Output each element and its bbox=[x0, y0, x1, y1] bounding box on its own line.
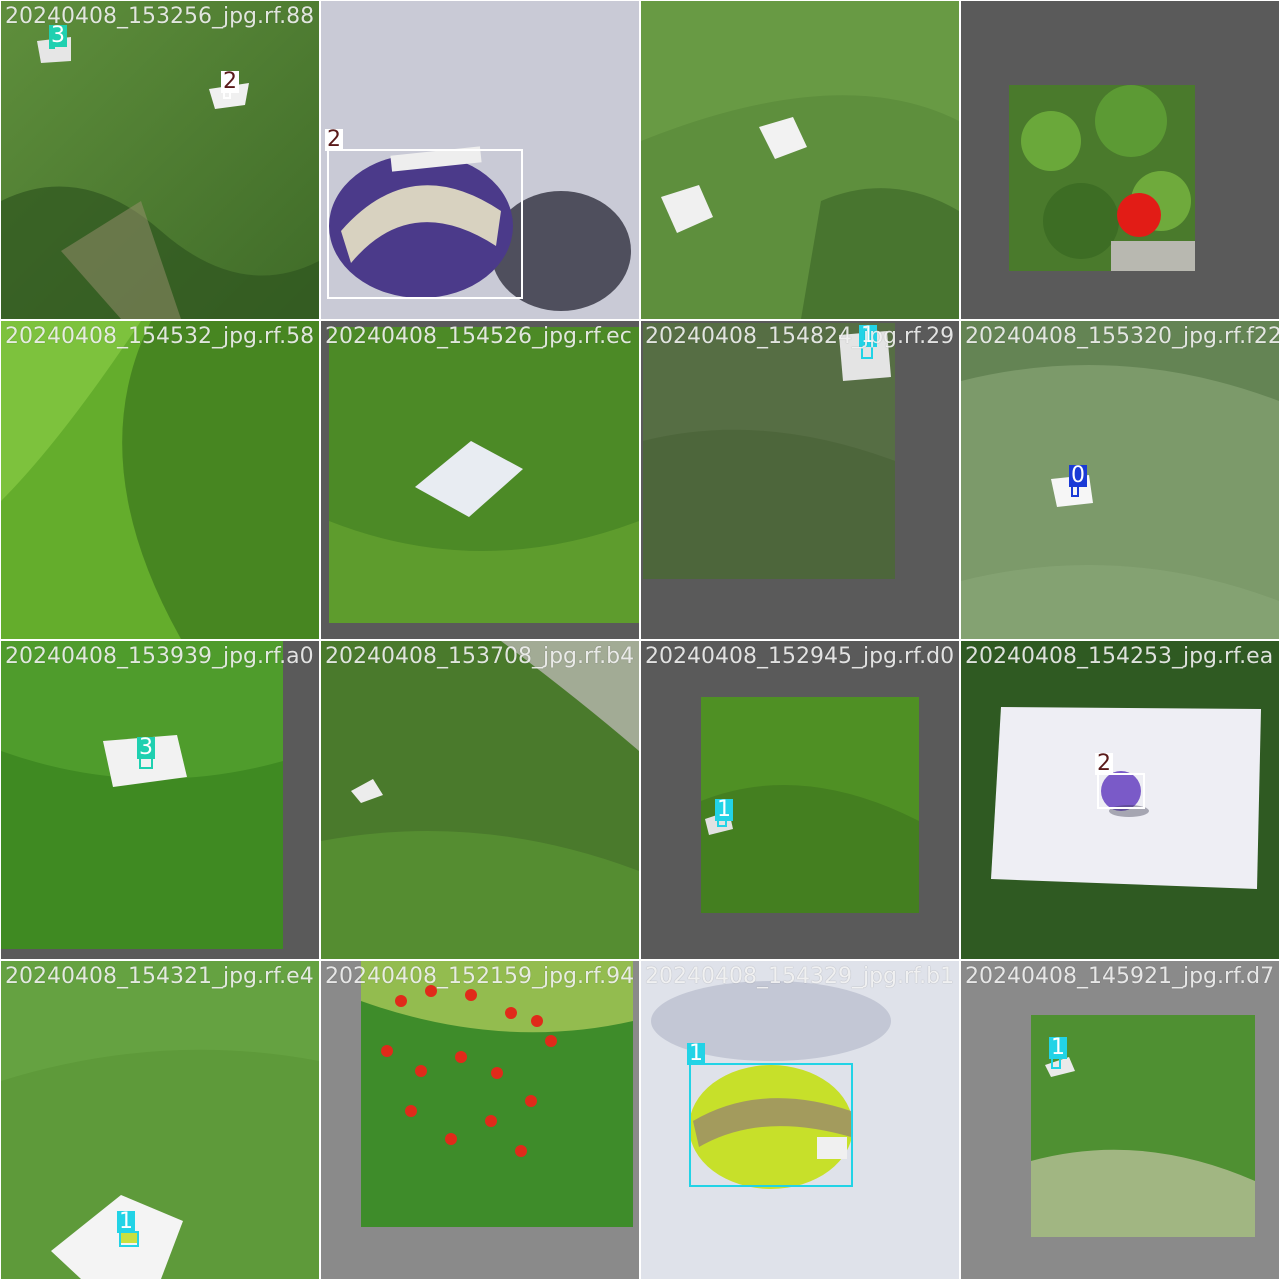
mosaic-tile: 3 2 20240408_153256_jpg.rf.88 bbox=[1, 1, 319, 319]
detection-label: 1 bbox=[715, 797, 733, 822]
grass-photo bbox=[961, 321, 1279, 639]
mosaic-tile: 1 20240408_145921_jpg.rf.d7 bbox=[961, 961, 1279, 1279]
detection-label: 0 bbox=[1069, 463, 1087, 488]
image-mosaic: 3 2 20240408_153256_jpg.rf.88 2 20240408… bbox=[0, 0, 1280, 1280]
detection-label: 1 bbox=[1049, 1035, 1067, 1060]
mosaic-tile: 20240408_153708_jpg.rf.b4 bbox=[321, 641, 639, 959]
grass-photo bbox=[641, 1, 959, 319]
detection-label: 1 bbox=[117, 1209, 135, 1234]
detection-label: 2 bbox=[325, 127, 343, 152]
mosaic-tile: 1 20240408_154329_jpg.rf.b1 bbox=[641, 961, 959, 1279]
detection-label: 1 bbox=[859, 323, 877, 348]
mosaic-tile: 0 20240408_155320_jpg.rf.f22 bbox=[961, 321, 1279, 639]
grass-photo bbox=[1, 961, 319, 1279]
detection-label: 2 bbox=[1095, 751, 1113, 776]
mosaic-tile bbox=[961, 1, 1279, 319]
grass-photo bbox=[1, 321, 319, 639]
mosaic-tile: 3 20240408_153939_jpg.rf.a0 bbox=[1, 641, 319, 959]
mosaic-tile: 20240408_152159_jpg.rf.94 bbox=[321, 961, 639, 1279]
mosaic-tile: 2 bbox=[321, 1, 639, 319]
tulip-photo bbox=[321, 961, 639, 1279]
detection-label: 3 bbox=[49, 23, 67, 48]
grass-photo bbox=[321, 641, 639, 959]
detection-box bbox=[1097, 773, 1145, 809]
mosaic-tile: 20240408_154532_jpg.rf.58 bbox=[1, 321, 319, 639]
mosaic-tile: 2 20240408_154253_jpg.rf.ea bbox=[961, 641, 1279, 959]
detection-box bbox=[689, 1063, 853, 1187]
detection-label: 1 bbox=[687, 1041, 705, 1066]
mosaic-tile: 1 20240408_152945_jpg.rf.d0 bbox=[641, 641, 959, 959]
grass-photo bbox=[961, 961, 1279, 1279]
mosaic-tile: 1 20240408_154321_jpg.rf.e4 bbox=[1, 961, 319, 1279]
grass-photo bbox=[1, 641, 319, 959]
detection-label: 3 bbox=[137, 735, 155, 760]
detection-label: 2 bbox=[221, 69, 239, 94]
grass-photo bbox=[641, 641, 959, 959]
grass-photo bbox=[321, 321, 639, 639]
mosaic-tile bbox=[641, 1, 959, 319]
mosaic-tile: 20240408_154526_jpg.rf.ec bbox=[321, 321, 639, 639]
flower-photo bbox=[961, 1, 1279, 319]
mosaic-tile: 1 20240408_154824_jpg.rf.29 bbox=[641, 321, 959, 639]
detection-box bbox=[327, 149, 523, 299]
grass-photo bbox=[641, 321, 959, 639]
